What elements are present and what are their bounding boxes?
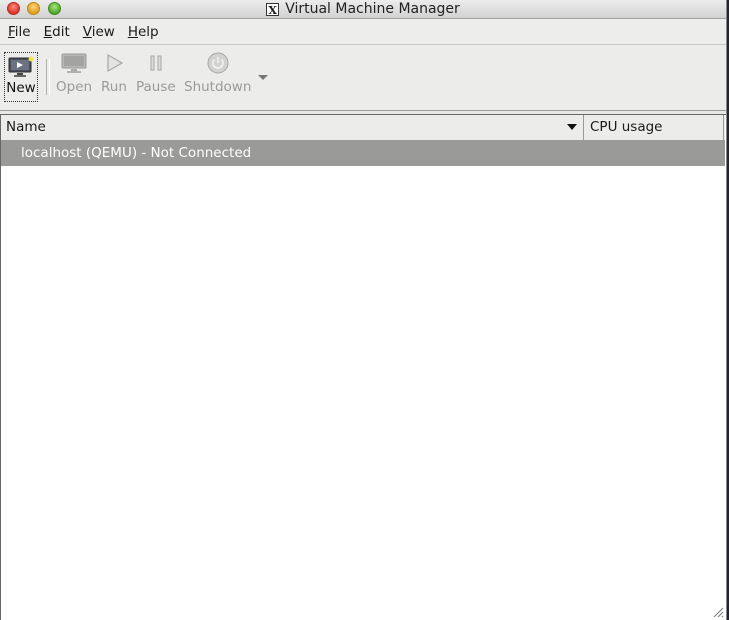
menu-help-label: elp bbox=[137, 23, 159, 40]
menu-edit-label: dit bbox=[52, 23, 70, 40]
new-vm-icon bbox=[8, 56, 34, 77]
menu-view-mnemonic: V bbox=[82, 23, 92, 40]
column-cpu-label: CPU usage bbox=[590, 119, 663, 135]
shutdown-button[interactable]: Shutdown bbox=[184, 51, 251, 95]
shutdown-label: Shutdown bbox=[184, 79, 252, 95]
menu-bar: File Edit View Help bbox=[0, 19, 726, 45]
menu-edit-mnemonic: E bbox=[43, 23, 53, 40]
connection-name: localhost (QEMU) - Not Connected bbox=[21, 145, 252, 161]
run-button[interactable]: Run bbox=[101, 51, 127, 95]
run-label: Run bbox=[101, 79, 127, 95]
column-header-name[interactable]: Name bbox=[1, 115, 584, 140]
pause-icon bbox=[150, 55, 162, 71]
column-header-cpu-usage[interactable]: CPU usage bbox=[585, 115, 724, 140]
vm-list-header: Name CPU usage bbox=[1, 115, 725, 141]
menu-view[interactable]: View bbox=[75, 24, 120, 40]
menu-file-label: ile bbox=[14, 23, 31, 40]
menu-view-label: iew bbox=[91, 23, 115, 40]
menu-help-mnemonic: H bbox=[127, 23, 138, 40]
app-window: X Virtual Machine Manager File Edit View… bbox=[0, 0, 727, 620]
menu-edit[interactable]: Edit bbox=[36, 24, 75, 40]
power-icon bbox=[207, 52, 229, 74]
new-vm-label: New bbox=[6, 80, 36, 96]
menu-file[interactable]: File bbox=[0, 24, 36, 40]
title-bar[interactable]: X Virtual Machine Manager bbox=[0, 0, 726, 19]
pause-label: Pause bbox=[136, 79, 176, 95]
column-dropdown-icon[interactable] bbox=[567, 124, 577, 130]
play-icon bbox=[107, 53, 124, 73]
open-button[interactable]: Open bbox=[56, 51, 92, 95]
shutdown-menu-arrow-icon[interactable] bbox=[258, 75, 268, 80]
resize-grip-icon[interactable] bbox=[712, 606, 724, 618]
menu-help[interactable]: Help bbox=[120, 24, 164, 40]
toolbar-separator bbox=[46, 59, 50, 95]
pause-button[interactable]: Pause bbox=[136, 51, 176, 95]
menu-file-mnemonic: F bbox=[8, 23, 15, 40]
title-group: X Virtual Machine Manager bbox=[0, 0, 726, 18]
connection-row[interactable]: localhost (QEMU) - Not Connected bbox=[1, 141, 725, 166]
x11-app-icon: X bbox=[266, 2, 280, 17]
open-label: Open bbox=[56, 79, 93, 95]
monitor-icon bbox=[61, 53, 87, 73]
toolbar: New Open Run Pause Shutdown bbox=[0, 45, 726, 111]
column-name-label: Name bbox=[6, 119, 46, 135]
vm-list: Name CPU usage localhost (QEMU) - Not Co… bbox=[0, 114, 726, 620]
window-title: Virtual Machine Manager bbox=[285, 1, 460, 17]
new-vm-button[interactable]: New bbox=[4, 52, 38, 102]
